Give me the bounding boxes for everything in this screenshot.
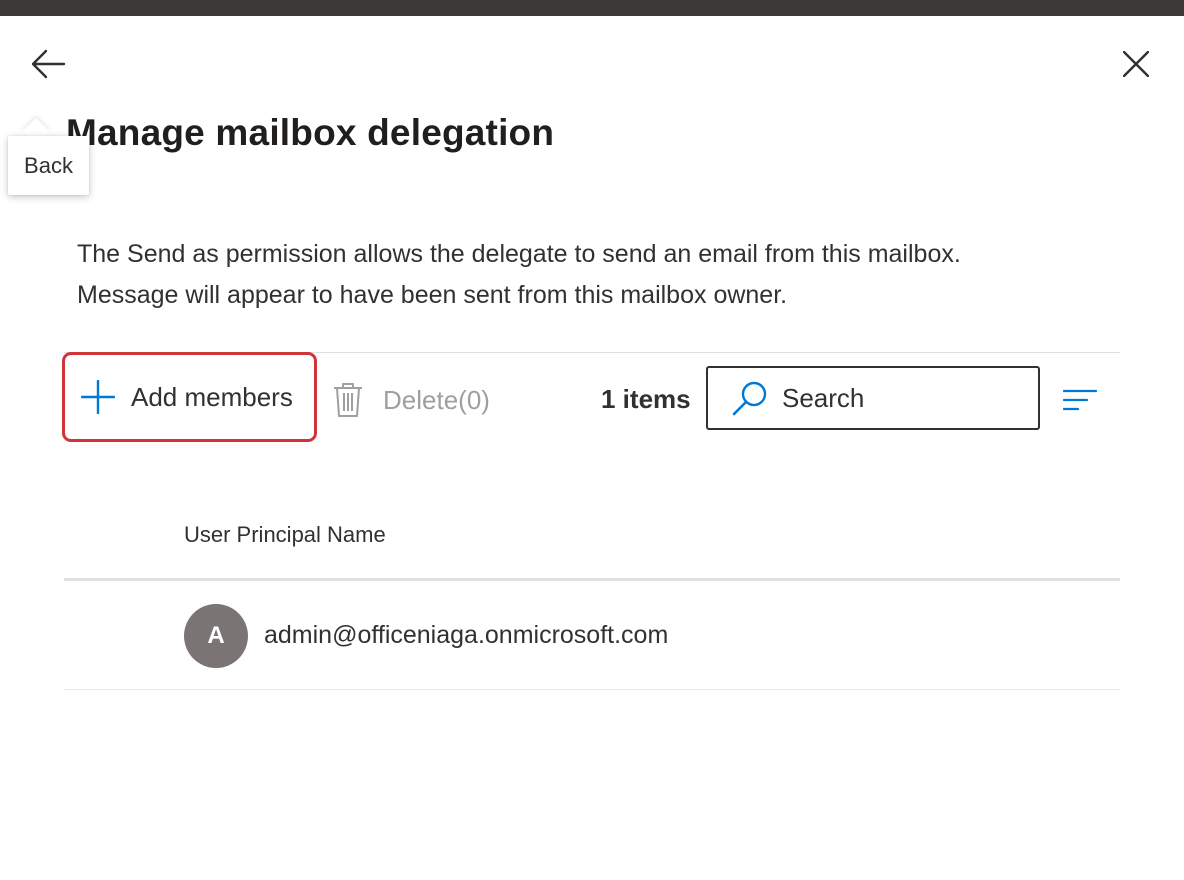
user-principal-name: admin@officeniaga.onmicrosoft.com <box>264 621 669 649</box>
back-button[interactable] <box>24 40 72 88</box>
trash-icon <box>334 383 362 417</box>
table-row[interactable]: A admin@officeniaga.onmicrosoft.com <box>64 581 1120 690</box>
close-button[interactable] <box>1112 40 1160 88</box>
avatar: A <box>184 604 248 668</box>
back-tooltip: Back <box>8 136 89 195</box>
close-icon <box>1123 51 1149 77</box>
avatar-initial: A <box>207 622 225 649</box>
back-tooltip-label: Back <box>24 152 73 178</box>
description-line-1: The Send as permission allows the delega… <box>77 240 961 268</box>
description-line-2: Message will appear to have been sent fr… <box>77 281 788 309</box>
window-top-bar <box>0 0 1184 16</box>
delete-button[interactable]: Delete(0) <box>333 378 490 422</box>
column-header-upn[interactable]: User Principal Name <box>184 522 386 548</box>
search-box[interactable] <box>706 366 1040 430</box>
search-input[interactable] <box>782 382 1022 414</box>
filter-button[interactable] <box>1058 378 1102 422</box>
plus-icon <box>81 380 115 414</box>
search-icon <box>732 381 767 416</box>
add-members-button[interactable]: Add members <box>62 352 317 442</box>
description: The Send as permission allows the delega… <box>77 234 1117 316</box>
add-members-label: Add members <box>131 381 293 412</box>
arrow-left-icon <box>31 49 66 79</box>
page-title: Manage mailbox delegation <box>66 112 555 153</box>
filter-lines-icon <box>1063 389 1097 411</box>
delete-label: Delete(0) <box>383 384 490 415</box>
items-count: 1 items <box>601 384 691 414</box>
